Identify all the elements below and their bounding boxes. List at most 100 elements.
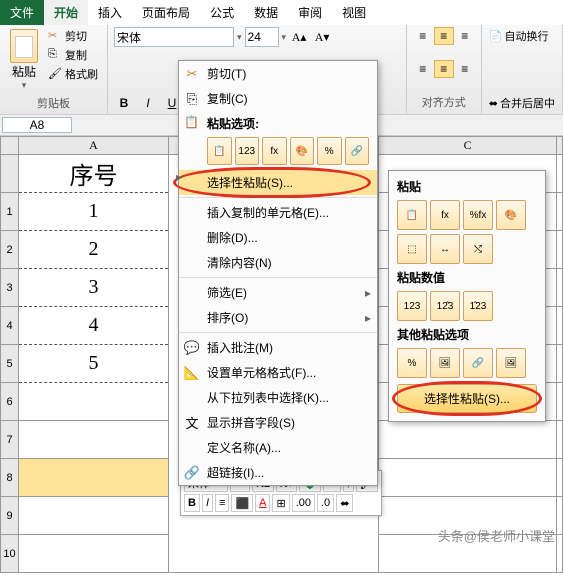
row-header[interactable]: 1 [1, 193, 19, 231]
sub-paste-format[interactable]: 🎨 [496, 200, 526, 230]
mini-dec-dec[interactable]: .0 [317, 494, 334, 512]
ctx-hyperlink[interactable]: 🔗超链接(I)... [179, 460, 377, 485]
merge-center-button[interactable]: ⬌合并后居中 [488, 94, 556, 112]
tab-review[interactable]: 审阅 [288, 0, 332, 25]
tab-data[interactable]: 数据 [244, 0, 288, 25]
paste-formatting-button[interactable]: 🎨 [290, 137, 315, 165]
ctx-delete[interactable]: 删除(D)... [179, 225, 377, 250]
cell[interactable] [19, 421, 169, 459]
mini-italic[interactable]: I [202, 494, 213, 512]
cell[interactable] [19, 497, 169, 535]
ctx-paste-special[interactable]: 选择性粘贴(S)... [179, 170, 377, 195]
sub-paste-val2[interactable]: 12̂3 [430, 291, 460, 321]
sub-paste-pic[interactable]: 🖼 [430, 348, 460, 378]
ctx-insert-cells[interactable]: 插入复制的单元格(E)... [179, 200, 377, 225]
tab-file[interactable]: 文件 [0, 0, 44, 25]
paste-link-button[interactable]: 🔗 [345, 137, 370, 165]
ctx-comment[interactable]: 💬插入批注(M) [179, 335, 377, 360]
row-header[interactable]: 10 [1, 535, 19, 573]
ctx-define-name[interactable]: 定义名称(A)... [179, 435, 377, 460]
mini-fontcolor[interactable]: A [255, 494, 270, 512]
bold-button[interactable]: B [114, 94, 134, 112]
mini-bold[interactable]: B [184, 494, 200, 512]
paste-formulas-button[interactable]: fx [262, 137, 287, 165]
ctx-dropdown-list[interactable]: 从下拉列表中选择(K)... [179, 385, 377, 410]
align-center-button[interactable]: ≡ [434, 60, 454, 78]
tab-formula[interactable]: 公式 [200, 0, 244, 25]
cell[interactable]: 4 [19, 307, 169, 345]
align-middle-button[interactable]: ≡ [434, 27, 454, 45]
ctx-format-cells[interactable]: 📐设置单元格格式(F)... [179, 360, 377, 385]
row-header[interactable]: 9 [1, 497, 19, 535]
mini-dec-inc[interactable]: .00 [292, 494, 315, 512]
copy-icon: ⎘ [48, 48, 62, 62]
paste-percent-button[interactable]: % [317, 137, 342, 165]
font-name-combo[interactable] [114, 27, 234, 47]
copy-icon: ⎘ [184, 91, 200, 107]
row-header[interactable]: 5 [1, 345, 19, 383]
sub-paste-special-button[interactable]: 选择性粘贴(S)... [397, 384, 537, 413]
col-header-c[interactable]: C [379, 137, 557, 155]
ctx-cut[interactable]: ✂剪切(T) [179, 61, 377, 86]
cell[interactable]: 3 [19, 269, 169, 307]
row-header[interactable]: 7 [1, 421, 19, 459]
ctx-filter[interactable]: 筛选(E) [179, 280, 377, 305]
font-size-combo[interactable] [245, 27, 279, 47]
tab-home[interactable]: 开始 [44, 0, 88, 25]
italic-button[interactable]: I [138, 94, 158, 112]
ctx-clear[interactable]: 清除内容(N) [179, 250, 377, 275]
wrap-text-button[interactable]: 📄自动换行 [488, 27, 556, 45]
align-left-button[interactable]: ≡ [413, 60, 433, 78]
row-header[interactable]: 3 [1, 269, 19, 307]
ctx-pinyin[interactable]: 文显示拼音字段(S) [179, 410, 377, 435]
tab-insert[interactable]: 插入 [88, 0, 132, 25]
cut-button[interactable]: ✂剪切 [45, 27, 101, 45]
cell[interactable]: 5 [19, 345, 169, 383]
paste-button[interactable]: 粘贴 ▾ [6, 27, 42, 93]
ctx-copy[interactable]: ⎘复制(C) [179, 86, 377, 111]
row-header[interactable]: 4 [1, 307, 19, 345]
name-box[interactable] [2, 117, 72, 133]
scissors-icon: ✂ [184, 66, 200, 82]
pinyin-icon: 文 [184, 415, 200, 431]
sub-paste-val1[interactable]: 123 [397, 291, 427, 321]
cell-active[interactable] [19, 459, 169, 497]
paste-all-button[interactable]: 📋 [207, 137, 232, 165]
row-header[interactable]: 2 [1, 231, 19, 269]
cell[interactable] [19, 383, 169, 421]
shrink-font-button[interactable]: A▾ [312, 28, 332, 46]
sub-paste-fx[interactable]: fx [430, 200, 460, 230]
mini-align[interactable]: ≡ [215, 494, 229, 512]
sub-paste-noborder[interactable]: ⬚ [397, 234, 427, 264]
cell-header[interactable]: 序号 [19, 155, 169, 193]
cell[interactable] [19, 535, 169, 573]
format-painter-button[interactable]: 🖌格式刷 [45, 65, 101, 83]
paste-values-button[interactable]: 123 [235, 137, 260, 165]
sub-paste-transpose[interactable]: ⤭ [463, 234, 493, 264]
cell[interactable]: 2 [19, 231, 169, 269]
sub-paste-pct[interactable]: % [397, 348, 427, 378]
context-menu: ✂剪切(T) ⎘复制(C) 📋粘贴选项: 📋 123 fx 🎨 % 🔗 选择性粘… [178, 60, 378, 486]
tab-layout[interactable]: 页面布局 [132, 0, 200, 25]
mini-merge[interactable]: ⬌ [336, 494, 353, 512]
sub-paste-pctfx[interactable]: %fx [463, 200, 493, 230]
row-header[interactable]: 6 [1, 383, 19, 421]
tab-view[interactable]: 视图 [332, 0, 376, 25]
sub-paste-linkpic[interactable]: 🖼 [496, 348, 526, 378]
sub-paste-val3[interactable]: 1̂23 [463, 291, 493, 321]
grow-font-button[interactable]: A▴ [289, 28, 309, 46]
row-header[interactable]: 8 [1, 459, 19, 497]
align-bottom-button[interactable]: ≡ [455, 27, 475, 45]
mini-border[interactable]: ⊞ [272, 494, 289, 512]
copy-button[interactable]: ⎘复制 [45, 46, 101, 64]
align-right-button[interactable]: ≡ [455, 60, 475, 78]
sub-paste-width[interactable]: ↔ [430, 234, 460, 264]
sub-paste-all[interactable]: 📋 [397, 200, 427, 230]
submenu-other-header: 其他粘贴选项 [393, 323, 541, 346]
col-header-a[interactable]: A [19, 137, 169, 155]
ctx-sort[interactable]: 排序(O) [179, 305, 377, 330]
align-top-button[interactable]: ≡ [413, 27, 433, 45]
mini-fill[interactable]: ⬛ [231, 494, 253, 512]
sub-paste-link[interactable]: 🔗 [463, 348, 493, 378]
cell[interactable]: 1 [19, 193, 169, 231]
